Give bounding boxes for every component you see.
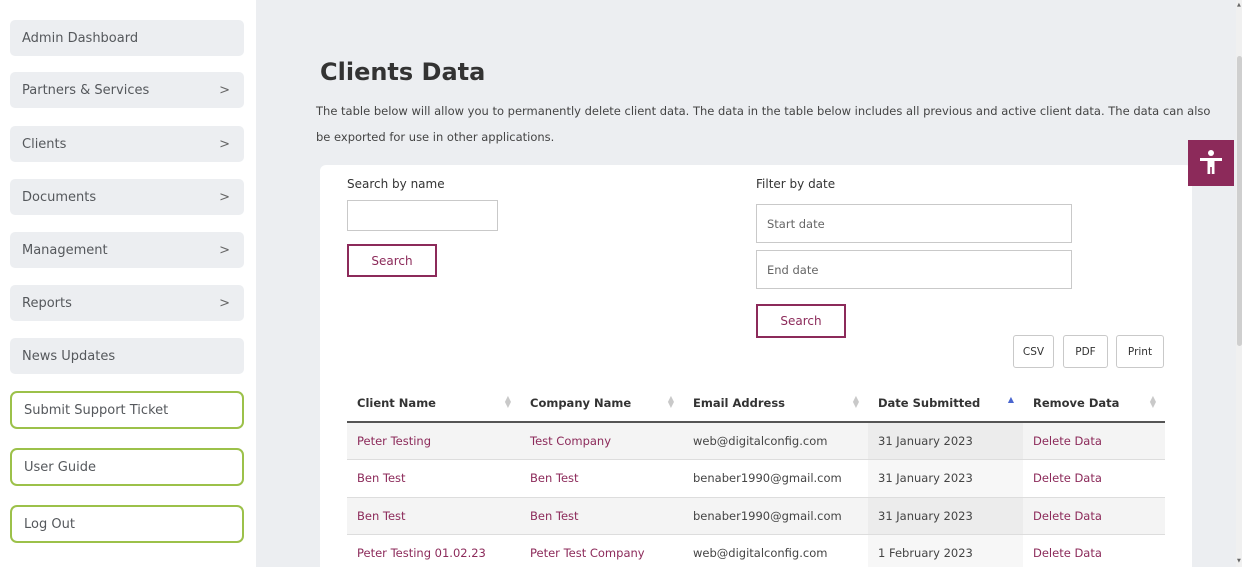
company-name-cell[interactable]: Peter Test Company bbox=[520, 534, 683, 567]
page-description: The table below will allow you to perman… bbox=[316, 104, 1211, 144]
column-header-label: Remove Data bbox=[1033, 395, 1120, 410]
company-name-cell[interactable]: Ben Test bbox=[520, 459, 683, 498]
pdf-export-button[interactable]: PDF bbox=[1063, 335, 1108, 368]
sidebar-item-label: Clients bbox=[22, 136, 67, 152]
sidebar-item-label: News Updates bbox=[22, 348, 116, 364]
clients-data-panel: Search by name Search Filter by date Sea… bbox=[320, 165, 1192, 567]
sidebar-item-label: Submit Support Ticket bbox=[24, 402, 169, 418]
table-row: Ben Test Ben Test benaber1990@gmail.com … bbox=[347, 459, 1165, 498]
scroll-up-icon[interactable]: ▲ bbox=[1237, 2, 1241, 8]
sidebar-item-label: Documents bbox=[22, 189, 97, 205]
email-cell: web@digitalconfig.com bbox=[683, 534, 868, 567]
sort-icon: ▲ ▼ bbox=[1149, 394, 1156, 409]
sidebar-item-label: Admin Dashboard bbox=[22, 30, 139, 46]
date-cell: 31 January 2023 bbox=[868, 497, 1023, 535]
sidebar-item-news-updates[interactable]: News Updates bbox=[10, 338, 244, 374]
company-name-cell[interactable]: Test Company bbox=[520, 422, 683, 460]
date-cell: 31 January 2023 bbox=[868, 459, 1023, 498]
delete-data-link[interactable]: Delete Data bbox=[1023, 459, 1165, 498]
search-button[interactable]: Search bbox=[347, 244, 437, 277]
sidebar: Admin Dashboard Partners & Services > Cl… bbox=[0, 0, 256, 567]
column-header-label: Client Name bbox=[357, 395, 436, 410]
scrollbar-thumb[interactable] bbox=[1237, 56, 1242, 346]
sort-icon: ▲ ▼ bbox=[852, 394, 859, 409]
email-cell: web@digitalconfig.com bbox=[683, 422, 868, 460]
column-header-email-address[interactable]: Email Address ▲ ▼ bbox=[683, 384, 868, 423]
chevron-right-icon: > bbox=[219, 295, 230, 311]
csv-export-button[interactable]: CSV bbox=[1013, 335, 1054, 368]
search-name-input[interactable] bbox=[347, 200, 498, 231]
company-name-cell[interactable]: Ben Test bbox=[520, 497, 683, 535]
table-row: Peter Testing 01.02.23 Peter Test Compan… bbox=[347, 534, 1165, 567]
filter-by-date-label: Filter by date bbox=[756, 177, 836, 191]
chevron-right-icon: > bbox=[219, 189, 230, 205]
sidebar-item-user-guide[interactable]: User Guide bbox=[10, 448, 244, 486]
sidebar-item-clients[interactable]: Clients > bbox=[10, 126, 244, 162]
sidebar-item-admin-dashboard[interactable]: Admin Dashboard bbox=[10, 20, 244, 56]
end-date-input[interactable] bbox=[756, 250, 1072, 289]
sidebar-item-label: Log Out bbox=[24, 516, 75, 532]
sidebar-item-label: Reports bbox=[22, 295, 72, 311]
page-scrollbar[interactable]: ▲ ▼ bbox=[1236, 0, 1242, 567]
page-title: Clients Data bbox=[320, 58, 486, 86]
sort-icon: ▲ ▼ bbox=[504, 394, 511, 409]
main-content: Clients Data The table below will allow … bbox=[256, 0, 1236, 567]
column-header-date-submitted[interactable]: Date Submitted ▲ bbox=[868, 384, 1023, 423]
email-cell: benaber1990@gmail.com bbox=[683, 497, 868, 535]
table-header-row: Client Name ▲ ▼ Company Name ▲ ▼ Email Add… bbox=[347, 384, 1165, 423]
column-header-company-name[interactable]: Company Name ▲ ▼ bbox=[520, 384, 683, 423]
email-cell: benaber1990@gmail.com bbox=[683, 459, 868, 498]
date-search-button[interactable]: Search bbox=[756, 304, 846, 338]
client-name-cell[interactable]: Ben Test bbox=[347, 497, 520, 535]
client-name-cell[interactable]: Peter Testing 01.02.23 bbox=[347, 534, 520, 567]
date-cell: 1 February 2023 bbox=[868, 534, 1023, 567]
search-by-name-label: Search by name bbox=[347, 177, 445, 191]
accessibility-button[interactable] bbox=[1188, 140, 1234, 186]
chevron-right-icon: > bbox=[219, 242, 230, 258]
chevron-right-icon: > bbox=[219, 136, 230, 152]
delete-data-link[interactable]: Delete Data bbox=[1023, 534, 1165, 567]
sidebar-item-submit-support-ticket[interactable]: Submit Support Ticket bbox=[10, 391, 244, 429]
client-name-cell[interactable]: Ben Test bbox=[347, 459, 520, 498]
sidebar-item-reports[interactable]: Reports > bbox=[10, 285, 244, 321]
sidebar-item-documents[interactable]: Documents > bbox=[10, 179, 244, 215]
column-header-label: Date Submitted bbox=[878, 395, 981, 410]
column-header-label: Company Name bbox=[530, 395, 632, 410]
column-header-remove-data[interactable]: Remove Data ▲ ▼ bbox=[1023, 384, 1165, 423]
column-header-label: Email Address bbox=[693, 395, 786, 410]
sort-icon: ▲ ▼ bbox=[667, 394, 674, 409]
sidebar-item-log-out[interactable]: Log Out bbox=[10, 505, 244, 543]
accessibility-icon bbox=[1200, 150, 1222, 174]
sort-ascending-icon: ▲ bbox=[1007, 395, 1014, 404]
clients-table: Client Name ▲ ▼ Company Name ▲ ▼ Email Add… bbox=[347, 384, 1165, 567]
sidebar-item-label: Management bbox=[22, 242, 108, 258]
print-button[interactable]: Print bbox=[1116, 335, 1164, 368]
chevron-right-icon: > bbox=[219, 82, 230, 98]
client-name-cell[interactable]: Peter Testing bbox=[347, 422, 520, 460]
delete-data-link[interactable]: Delete Data bbox=[1023, 497, 1165, 535]
sidebar-item-label: User Guide bbox=[24, 459, 96, 475]
column-header-client-name[interactable]: Client Name ▲ ▼ bbox=[347, 384, 520, 423]
table-row: Peter Testing Test Company web@digitalco… bbox=[347, 422, 1165, 460]
start-date-input[interactable] bbox=[756, 204, 1072, 243]
sidebar-item-label: Partners & Services bbox=[22, 82, 150, 98]
scroll-down-icon[interactable]: ▼ bbox=[1237, 558, 1241, 564]
delete-data-link[interactable]: Delete Data bbox=[1023, 422, 1165, 460]
sidebar-item-partners-services[interactable]: Partners & Services > bbox=[10, 72, 244, 108]
table-row: Ben Test Ben Test benaber1990@gmail.com … bbox=[347, 497, 1165, 535]
sidebar-item-management[interactable]: Management > bbox=[10, 232, 244, 268]
date-cell: 31 January 2023 bbox=[868, 422, 1023, 460]
